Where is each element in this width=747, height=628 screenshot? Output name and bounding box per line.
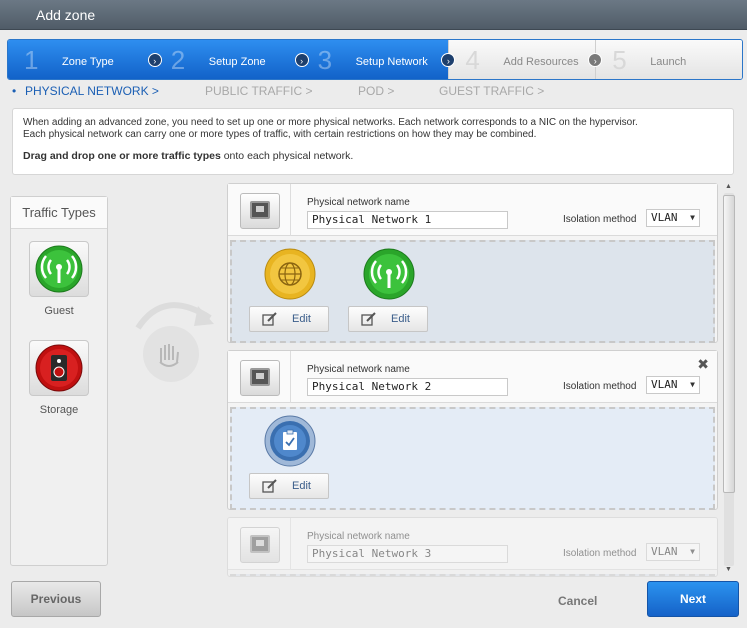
step-setup-zone[interactable]: 2 Setup Zone › <box>154 40 309 79</box>
edit-pencil-icon <box>361 312 376 326</box>
step-number: 5 <box>612 45 627 75</box>
network-name-input[interactable]: Physical Network 1 <box>307 211 508 229</box>
drag-instruction-rest: onto each physical network. <box>220 150 354 162</box>
network-name-label: Physical network name <box>307 197 410 208</box>
step-label: Setup Network <box>355 56 428 68</box>
edit-pencil-icon <box>262 312 277 326</box>
traffic-drop-zone[interactable]: Edit Edit <box>230 240 715 343</box>
substep-pod[interactable]: POD > <box>358 84 394 98</box>
edit-button[interactable]: Edit <box>249 306 329 332</box>
dialog-title: Add zone <box>36 7 96 23</box>
network-port-icon <box>240 360 280 396</box>
scroll-up-icon[interactable]: ▲ <box>725 183 732 190</box>
step-label: Setup Zone <box>208 56 266 68</box>
step-launch[interactable]: 5 Launch <box>595 40 742 79</box>
step-label: Launch <box>650 56 687 68</box>
speaker-storage-icon <box>35 344 83 392</box>
edit-pencil-icon <box>262 479 277 493</box>
wizard-steps: 1 Zone Type › 2 Setup Zone › 3 Setup Net… <box>7 39 743 80</box>
traffic-drop-zone[interactable] <box>230 574 715 576</box>
step-zone-type[interactable]: 1 Zone Type › <box>8 40 162 79</box>
instructions-box: When adding an advanced zone, you need t… <box>12 108 734 175</box>
traffic-type-storage[interactable]: Storage <box>27 340 91 416</box>
chevron-right-icon: › <box>294 53 309 67</box>
instructions-line-1: When adding an advanced zone, you need t… <box>23 117 638 128</box>
traffic-tile-management[interactable]: Edit <box>249 248 331 332</box>
physical-network-3: Physical network name Physical Network 3… <box>227 517 718 577</box>
drag-hand-icon <box>135 302 214 382</box>
traffic-type-guest[interactable]: Guest <box>27 241 91 317</box>
physical-network-2: Physical network name Physical Network 2… <box>227 350 718 510</box>
step-number: 2 <box>170 45 186 75</box>
wifi-antenna-icon <box>35 245 83 293</box>
network-port-icon <box>240 193 280 229</box>
traffic-type-tile[interactable] <box>29 241 89 297</box>
isolation-method-label: Isolation method <box>563 381 637 392</box>
drag-instruction-bold: Drag and drop one or more traffic types <box>23 150 221 162</box>
close-icon[interactable]: ✖ <box>697 356 709 373</box>
scrollbar-thumb[interactable] <box>723 195 735 493</box>
step-label: Add Resources <box>503 56 579 68</box>
networks-scrollbar[interactable]: ▲ ▼ <box>721 183 737 576</box>
network-header: Physical network name Physical Network 2… <box>228 351 717 403</box>
traffic-types-panel: Traffic Types Guest Storage <box>10 196 108 566</box>
isolation-method-select[interactable]: VLAN <box>646 376 700 394</box>
step-setup-network[interactable]: 3 Setup Network › <box>301 40 456 79</box>
scroll-down-icon[interactable]: ▼ <box>725 566 732 573</box>
step-label: Zone Type <box>62 56 114 68</box>
bullet: • <box>12 84 17 98</box>
next-button[interactable]: Next <box>647 581 739 617</box>
substep-guest-traffic[interactable]: GUEST TRAFFIC > <box>439 84 544 98</box>
network-header: Physical network name Physical Network 3… <box>228 518 717 570</box>
wifi-antenna-icon <box>363 248 415 300</box>
previous-button[interactable]: Previous <box>11 581 101 617</box>
step-number: 4 <box>465 45 480 75</box>
step-number: 1 <box>24 45 39 75</box>
edit-label: Edit <box>292 480 311 492</box>
isolation-method-select[interactable]: VLAN <box>646 209 700 227</box>
isolation-method-label: Isolation method <box>563 548 637 559</box>
network-name-label: Physical network name <box>307 531 410 542</box>
network-header: Physical network name Physical Network 1… <box>228 184 717 236</box>
step-number: 3 <box>317 45 333 75</box>
edit-button[interactable]: Edit <box>348 306 428 332</box>
step-add-resources[interactable]: 4 Add Resources › <box>448 40 603 79</box>
traffic-drop-zone[interactable]: Edit <box>230 407 715 510</box>
globe-icon <box>264 248 316 300</box>
traffic-types-title: Traffic Types <box>11 197 107 229</box>
isolation-method-select[interactable]: VLAN <box>646 543 700 561</box>
physical-network-1: Physical network name Physical Network 1… <box>227 183 718 343</box>
instructions-line-2: Each physical network can carry one or m… <box>23 129 537 140</box>
isolation-method-label: Isolation method <box>563 214 637 225</box>
network-name-input[interactable]: Physical Network 2 <box>307 378 508 396</box>
substep-public-traffic[interactable]: PUBLIC TRAFFIC > <box>205 84 312 98</box>
drag-instruction: Drag and drop one or more traffic types … <box>23 150 723 162</box>
cancel-button[interactable]: Cancel <box>558 594 597 608</box>
traffic-tile-storage[interactable]: Edit <box>249 415 331 499</box>
traffic-type-label: Guest <box>44 305 74 317</box>
dialog-title-bar: Add zone <box>0 0 747 30</box>
network-name-input[interactable]: Physical Network 3 <box>307 545 508 563</box>
traffic-type-tile[interactable] <box>29 340 89 396</box>
network-port-icon <box>240 527 280 563</box>
edit-label: Edit <box>391 313 410 325</box>
chevron-right-icon: › <box>147 53 162 67</box>
edit-button[interactable]: Edit <box>249 473 329 499</box>
network-name-label: Physical network name <box>307 364 410 375</box>
clipboard-icon <box>264 415 316 467</box>
traffic-tile-guest[interactable]: Edit <box>348 248 430 332</box>
edit-label: Edit <box>292 313 311 325</box>
substep-physical-network[interactable]: PHYSICAL NETWORK > <box>25 84 159 98</box>
traffic-type-label: Storage <box>39 404 79 416</box>
